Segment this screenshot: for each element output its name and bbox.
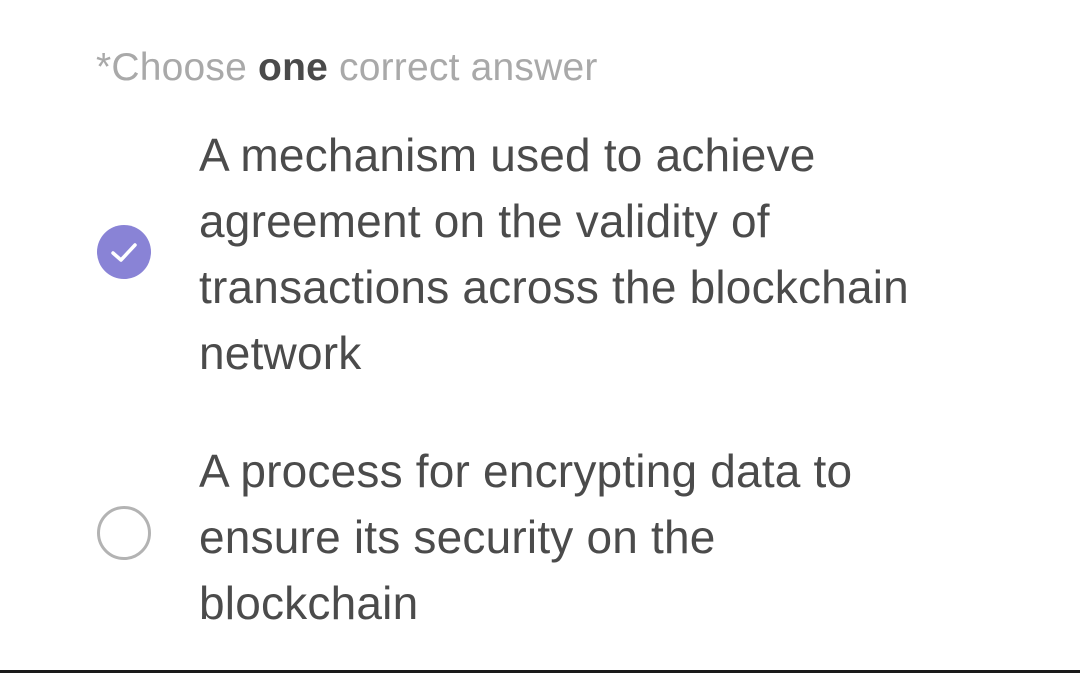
- instruction-suffix: correct answer: [327, 46, 598, 89]
- radio-empty-icon[interactable]: [97, 506, 151, 560]
- answer-option-2-line: ensure its security on the: [199, 511, 716, 563]
- answer-option-1-line: transactions across the blockchain: [199, 261, 909, 313]
- answer-option-2[interactable]: A process for encrypting data to ensure …: [0, 438, 1080, 636]
- radio-selected-icon[interactable]: [97, 225, 151, 279]
- answer-option-1-line: A mechanism used to achieve: [199, 129, 816, 181]
- answer-option-1-line: agreement on the validity of: [199, 195, 770, 247]
- answer-option-2-line: blockchain: [199, 577, 419, 629]
- answer-option-1-line: network: [199, 327, 362, 379]
- instruction-prefix: *Choose: [96, 46, 259, 89]
- answer-option-2-line: A process for encrypting data to: [199, 445, 853, 497]
- check-icon: [111, 243, 137, 262]
- answer-option-1[interactable]: A mechanism used to achieve agreement on…: [0, 122, 1080, 386]
- answer-option-2-text: A process for encrypting data to ensure …: [199, 438, 1029, 636]
- instruction-emphasis: one: [258, 46, 328, 89]
- answer-option-1-text: A mechanism used to achieve agreement on…: [199, 122, 1029, 386]
- instruction-text: *Choose one correct answer: [96, 44, 598, 92]
